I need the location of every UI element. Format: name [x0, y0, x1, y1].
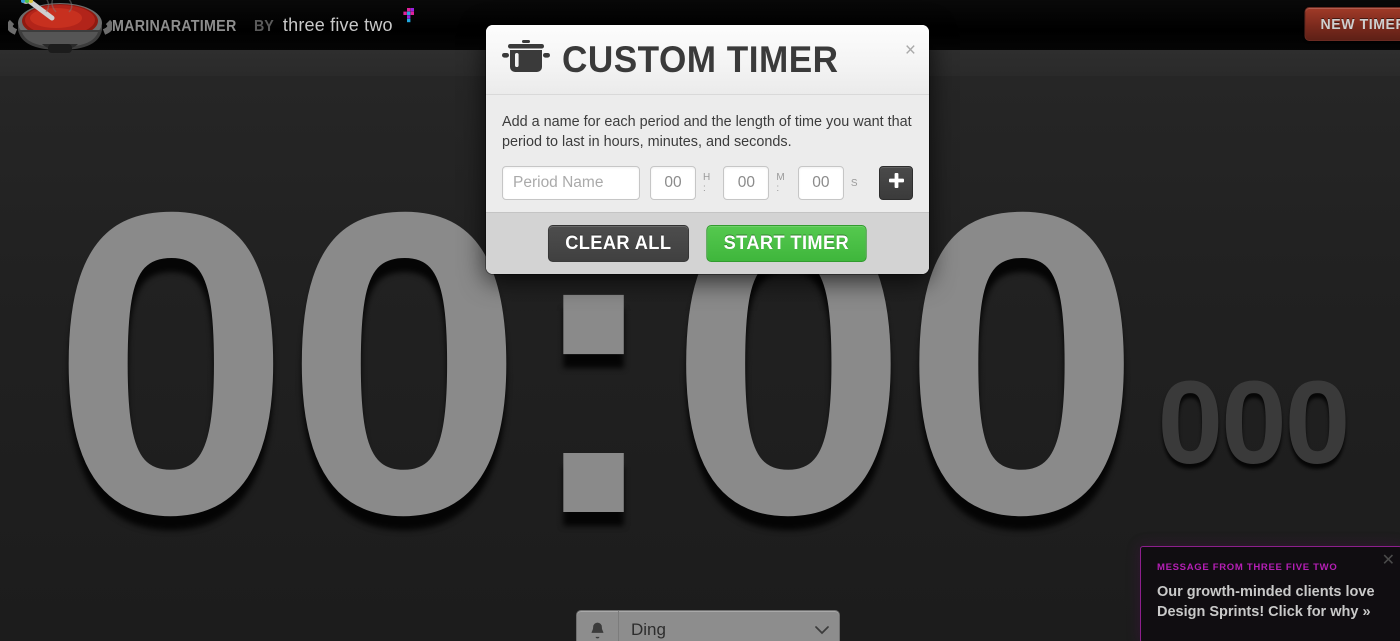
toast-message-line2: Design Sprints! Click for why » [1157, 604, 1371, 620]
modal-description: Add a name for each period and the lengt… [502, 114, 912, 150]
brand-lockup[interactable]: MARINARATIMER BY three five two [112, 8, 414, 36]
bell-icon [577, 611, 619, 641]
sound-select[interactable]: Ding [576, 610, 840, 641]
brand-name: MARINARATIMER [112, 18, 237, 35]
modal-close-icon[interactable]: × [905, 41, 916, 60]
brand-by: BY [254, 18, 275, 35]
period-input-row: H : M : S [502, 166, 914, 200]
marinara-pot-icon [6, 0, 114, 64]
sound-select-value: Ding [631, 620, 666, 639]
three-five-two-pixel-logo [400, 8, 414, 26]
new-timer-button[interactable]: NEW TIMER [1304, 7, 1400, 41]
period-hours-input[interactable] [650, 166, 696, 200]
minutes-unit-label: M : [776, 172, 786, 194]
toast-message-line1: Our growth-minded clients love [1157, 584, 1375, 600]
period-seconds-input[interactable] [797, 166, 844, 200]
brand-company: three five two [282, 15, 393, 35]
custom-timer-modal: CUSTOM TIMER × Add a name for each perio… [486, 25, 929, 274]
toast-close-icon[interactable]: ✕ [1382, 553, 1395, 569]
toast-message: Our growth-minded clients love Design Sp… [1157, 582, 1385, 622]
cooking-pot-icon [502, 40, 550, 79]
toast-kicker: MESSAGE FROM THREE FIVE TWO [1157, 562, 1338, 573]
app-root: 00 : 00 000 Ding MARINARATIMER BY three … [0, 0, 1400, 641]
plus-icon [888, 172, 905, 194]
period-minutes-input[interactable] [723, 166, 770, 200]
modal-body: Add a name for each period and the lengt… [486, 95, 929, 212]
notification-toast[interactable]: ✕ MESSAGE FROM THREE FIVE TWO Our growth… [1140, 546, 1400, 641]
seconds-unit-label: S [850, 177, 859, 189]
period-name-input[interactable] [502, 166, 640, 200]
modal-title: CUSTOM TIMER [562, 38, 839, 80]
chevron-down-icon [805, 625, 839, 635]
modal-footer: CLEAR ALL START TIMER [486, 212, 929, 274]
start-timer-button[interactable]: START TIMER [706, 225, 867, 262]
hours-unit-label: H : [703, 172, 711, 194]
add-period-button[interactable] [879, 166, 914, 200]
clear-all-button[interactable]: CLEAR ALL [547, 225, 689, 262]
modal-header: CUSTOM TIMER × [486, 25, 929, 95]
